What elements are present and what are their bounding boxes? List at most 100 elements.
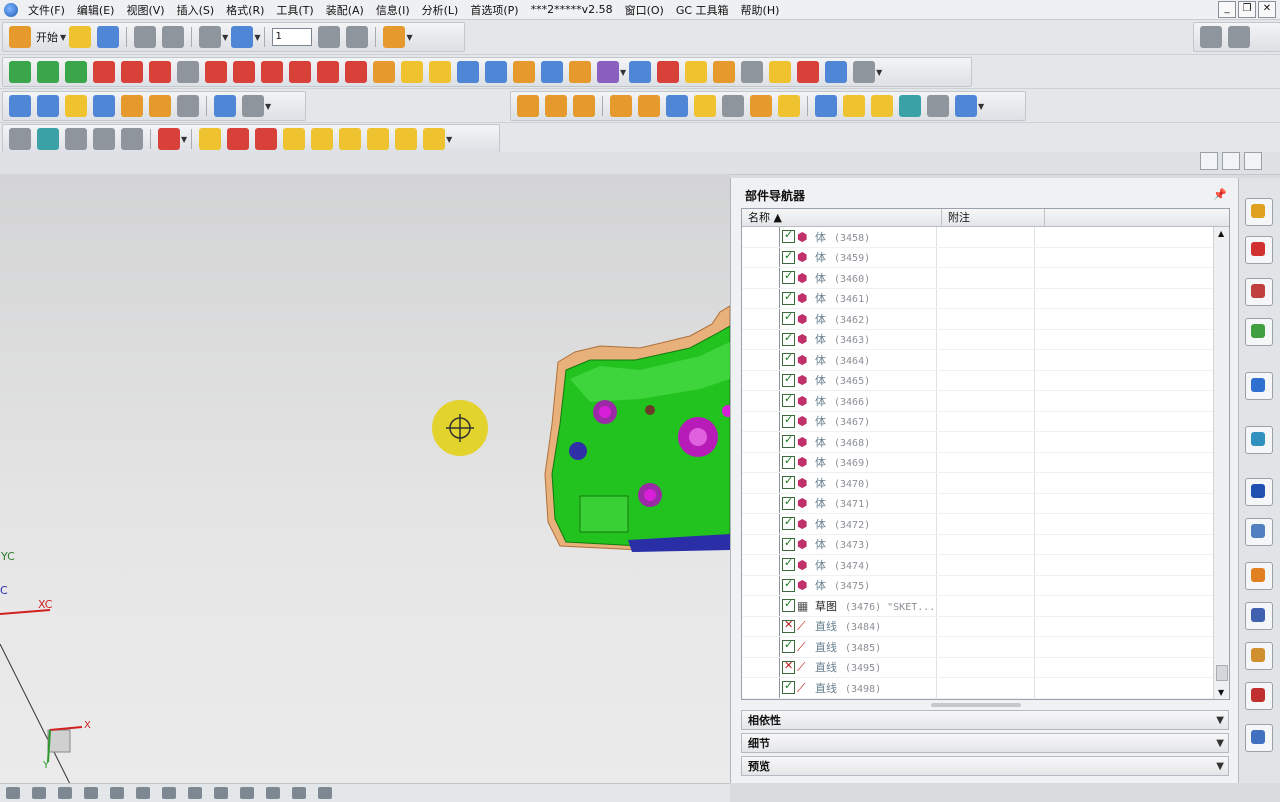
trim-curve-icon[interactable] [345, 61, 367, 83]
visualization-icon[interactable] [1245, 562, 1273, 590]
menu-file[interactable]: 文件(F) [22, 2, 71, 18]
array-component-icon[interactable] [149, 95, 171, 117]
tree-row[interactable]: ⟋直线(3499) [742, 698, 1213, 699]
visibility-checkbox[interactable] [782, 249, 795, 264]
visibility-checkbox[interactable] [782, 454, 795, 469]
hole-icon[interactable] [541, 61, 563, 83]
expand-chevron-icon[interactable]: ▼ [1216, 711, 1224, 731]
level-4-icon[interactable] [367, 128, 390, 150]
menu-insert[interactable]: 插入(S) [171, 2, 221, 18]
feature-tool-icon[interactable] [37, 61, 59, 83]
visibility-checkbox[interactable] [782, 659, 795, 674]
visibility-checkbox[interactable] [782, 515, 795, 531]
quadrant-snap-icon[interactable] [214, 787, 228, 799]
level-dropdown-icon[interactable]: ▼ [446, 135, 452, 144]
offset-curve-icon[interactable] [289, 61, 311, 83]
visibility-checkbox[interactable] [782, 618, 795, 633]
home-view-icon[interactable] [240, 787, 254, 799]
work-layer-select[interactable]: 1 [272, 28, 313, 46]
expand-chevron-icon[interactable]: ▼ [1216, 734, 1224, 754]
tree-row[interactable]: ⬢ 体 (3461) [742, 288, 1213, 309]
tree-row[interactable]: ⟋ 直线 (3495) [742, 657, 1213, 678]
history-icon[interactable] [1245, 426, 1273, 454]
tree-row[interactable]: ⬢ 体 (3462) [742, 309, 1213, 330]
clearance-icon[interactable] [242, 95, 264, 117]
revolve-icon[interactable] [401, 61, 423, 83]
rectangle-tool-icon[interactable] [149, 61, 171, 83]
mate-icon[interactable] [93, 95, 115, 117]
visibility-checkbox[interactable] [782, 351, 795, 367]
visibility-checkbox[interactable] [782, 638, 795, 654]
assembly-navigator-icon[interactable] [1245, 198, 1273, 226]
move-down-icon[interactable] [255, 128, 278, 150]
tree-row[interactable]: ⬢ 体 (3473) [742, 534, 1213, 555]
start-button[interactable]: 开始 [36, 29, 58, 45]
tree-row[interactable]: ⬢ 体 (3458) [742, 227, 1213, 248]
roles-icon[interactable] [1245, 642, 1273, 670]
patch-icon[interactable] [610, 95, 632, 117]
sketch-tool-icon[interactable] [9, 61, 31, 83]
level-2-icon[interactable] [311, 128, 334, 150]
save-icon[interactable] [97, 26, 120, 48]
gate-icon[interactable] [843, 95, 865, 117]
menu-tools[interactable]: 工具(T) [270, 2, 319, 18]
layer-visible-view-icon[interactable] [121, 128, 143, 150]
menu-format[interactable]: 格式(R) [220, 2, 270, 18]
trim-body-icon[interactable] [638, 95, 660, 117]
pattern-icon[interactable] [713, 61, 736, 83]
layer-category-icon[interactable] [37, 128, 59, 150]
layers-icon[interactable] [1200, 26, 1222, 48]
bill-icon[interactable] [955, 95, 977, 117]
visibility-checkbox[interactable] [782, 597, 795, 613]
move-object-icon[interactable] [383, 26, 406, 48]
spline-tool-icon[interactable] [233, 61, 255, 83]
parting-icon[interactable] [545, 95, 567, 117]
scroll-down-icon[interactable]: ▼ [1218, 688, 1224, 697]
clock-icon[interactable] [1245, 478, 1273, 506]
tree-row[interactable]: ⬢ 体 (3468) [742, 432, 1213, 453]
tree-row[interactable]: ⬢ 体 (3466) [742, 391, 1213, 412]
start-dropdown-icon[interactable]: ▼ [60, 33, 66, 42]
snap-point-icon[interactable] [58, 787, 72, 799]
subtract-icon[interactable] [797, 61, 820, 83]
delete-dropdown-icon[interactable]: ▼ [222, 33, 228, 42]
tree-row[interactable]: ⬢ 体 (3470) [742, 473, 1213, 494]
menu-view[interactable]: 视图(V) [120, 2, 170, 18]
visibility-checkbox[interactable] [782, 372, 795, 387]
menu-edit[interactable]: 编辑(E) [71, 2, 121, 18]
visibility-checkbox[interactable] [782, 331, 795, 346]
close-button[interactable]: ✕ [1258, 1, 1276, 18]
visibility-checkbox[interactable] [782, 556, 795, 572]
move-up-icon[interactable] [227, 128, 250, 150]
move-dropdown-icon[interactable]: ▼ [406, 33, 412, 42]
scroll-up-icon[interactable]: ▲ [1218, 229, 1224, 238]
render-style-icon[interactable] [1200, 152, 1218, 170]
layer-move-icon[interactable] [65, 128, 87, 150]
level-1-icon[interactable] [283, 128, 306, 150]
level-5-icon[interactable] [395, 128, 418, 150]
tree-row[interactable]: ⬢ 体 (3465) [742, 370, 1213, 391]
mold-wizard-icon[interactable] [517, 95, 539, 117]
intersection-snap-icon[interactable] [110, 787, 124, 799]
insert-icon[interactable] [722, 95, 744, 117]
visibility-checkbox[interactable] [782, 433, 795, 449]
layer-filter-dropdown-icon[interactable]: ▼ [181, 135, 187, 144]
reuse-library-icon[interactable] [1245, 318, 1273, 346]
redo-icon[interactable] [162, 26, 185, 48]
constraint-icon[interactable] [65, 95, 87, 117]
spring-icon[interactable] [685, 61, 708, 83]
tree-scrollbar[interactable]: ▲ ▼ [1213, 227, 1229, 699]
tree-row[interactable]: ▦ 草图 (3476) "SKET... [742, 596, 1213, 617]
lifter-icon[interactable] [694, 95, 716, 117]
combine-icon[interactable] [769, 61, 792, 83]
layer-filter-icon[interactable] [158, 128, 180, 150]
visibility-checkbox[interactable] [782, 577, 795, 592]
assembly-dropdown-icon[interactable]: ▼ [265, 102, 271, 111]
level-6-icon[interactable] [423, 128, 446, 150]
layer-visible-icon[interactable] [346, 26, 369, 48]
menu-preferences[interactable]: 首选项(P) [464, 2, 524, 18]
box-icon[interactable] [815, 95, 837, 117]
visibility-checkbox[interactable] [782, 474, 795, 490]
component-icon[interactable] [9, 95, 31, 117]
layer-copy-icon[interactable] [93, 128, 115, 150]
